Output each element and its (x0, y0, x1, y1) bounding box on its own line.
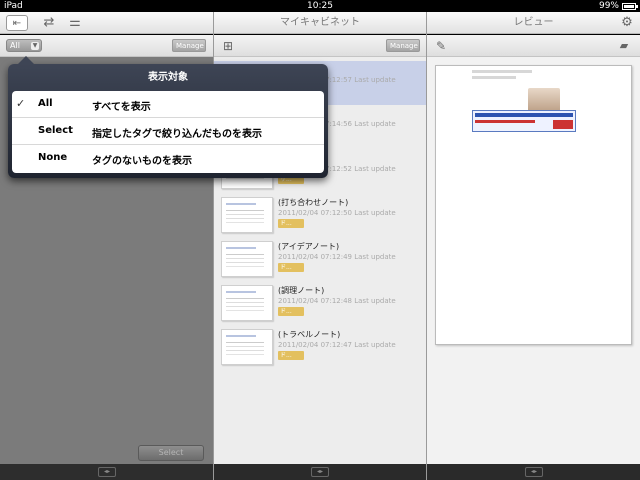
battery-icon (622, 3, 638, 10)
note-list-item[interactable]: (アイデアノート) 2011/02/04 07:12:49 Last update… (214, 238, 426, 282)
battery-percent: 99% (598, 1, 619, 11)
option-label: 指定したタグで絞り込んだものを表示 (92, 129, 262, 140)
pane-divider (426, 12, 427, 480)
note-thumbnail (221, 285, 273, 321)
left-subbar: All ▼ Manage (0, 35, 213, 57)
option-none[interactable]: None タグのないものを表示 (12, 145, 324, 172)
note-title: (打ち合わせノート) (278, 198, 349, 207)
option-label: タグのないものを表示 (92, 156, 192, 167)
filter-dropdown[interactable]: All ▼ (6, 39, 42, 52)
top-toolbar: ⇤ ⇄ ⚌ マイキャビネット レビュー ⚙ (0, 12, 640, 34)
resize-handle-icon[interactable]: ◂▸ (311, 467, 329, 477)
option-key: Select (38, 125, 73, 136)
new-note-icon[interactable]: ⊞ (220, 38, 236, 54)
status-bar: iPad 10:25 99% (0, 0, 640, 12)
option-key: All (38, 98, 53, 109)
right-subbar: ✎ ▰ (427, 35, 640, 57)
resize-handle-icon[interactable]: ◂▸ (525, 467, 543, 477)
manage-button-left[interactable]: Manage (172, 39, 206, 52)
note-list-item[interactable]: (調理ノート) 2011/02/04 07:12:48 Last update ド.… (214, 282, 426, 326)
note-tag[interactable]: ド... (278, 307, 304, 316)
note-date: 2011/02/04 07:12:47 Last update (278, 341, 396, 349)
back-box-icon[interactable]: ⇤ (6, 15, 28, 31)
note-thumbnail (221, 197, 273, 233)
option-select[interactable]: Select 指定したタグで絞り込んだものを表示 (12, 118, 324, 145)
middle-subbar: ⊞ Manage (214, 35, 426, 57)
middle-bottom-bar: ◂▸ (214, 464, 426, 480)
checkmark-icon: ✓ (16, 97, 26, 110)
note-tag[interactable]: ド... (278, 351, 304, 360)
preview-banner (472, 110, 576, 132)
review-page-preview[interactable] (435, 65, 632, 345)
popover-options: ✓ All すべてを表示 Select 指定したタグで絞り込んだものを表示 No… (12, 91, 324, 173)
note-list-item[interactable]: (トラベルノート) 2011/02/04 07:12:47 Last update… (214, 326, 426, 370)
preview-text-line (472, 70, 532, 73)
note-title: (トラベルノート) (278, 330, 341, 339)
note-thumbnail (221, 241, 273, 277)
review-pane: ◂▸ (427, 57, 640, 480)
note-date: 2011/02/04 07:12:48 Last update (278, 297, 396, 305)
filter-label: All (10, 41, 20, 50)
note-thumbnail (221, 329, 273, 365)
option-all[interactable]: ✓ All すべてを表示 (12, 91, 324, 118)
note-title: (アイデアノート) (278, 242, 340, 251)
pencil-icon[interactable]: ✎ (433, 38, 449, 54)
clock: 10:25 (307, 1, 333, 11)
popover-title: 表示対象 (148, 72, 188, 83)
resize-handle-icon[interactable]: ◂▸ (98, 467, 116, 477)
right-bottom-bar: ◂▸ (427, 464, 640, 480)
option-key: None (38, 152, 68, 163)
note-title: (調理ノート) (278, 286, 325, 295)
battery-status: 99% (598, 0, 638, 12)
popover-arrow (18, 56, 34, 64)
gear-icon[interactable]: ⚙ (618, 15, 636, 31)
note-tag[interactable]: ド... (278, 263, 304, 272)
select-button[interactable]: Select (138, 445, 204, 461)
preview-text-line (472, 76, 516, 79)
review-title: レビュー (513, 17, 554, 28)
chevron-down-icon: ▼ (31, 42, 39, 50)
tag-icon[interactable]: ▰ (615, 38, 633, 54)
note-list-item[interactable]: (打ち合わせノート) 2011/02/04 07:12:50 Last updat… (214, 194, 426, 238)
display-target-popover: 表示対象 ✓ All すべてを表示 Select 指定したタグで絞り込んだものを… (8, 56, 328, 178)
cabinet-title: マイキャビネット (280, 17, 360, 28)
left-bottom-bar: ◂▸ (0, 464, 213, 480)
note-tag[interactable]: ド... (278, 219, 304, 228)
note-date: 2011/02/04 07:12:50 Last update (278, 209, 396, 217)
manage-button-middle[interactable]: Manage (386, 39, 420, 52)
option-label: すべてを表示 (92, 102, 151, 113)
note-date: 2011/02/04 07:12:49 Last update (278, 253, 396, 261)
settings-sliders-icon[interactable]: ⚌ (66, 15, 84, 31)
sync-icon[interactable]: ⇄ (40, 15, 58, 31)
